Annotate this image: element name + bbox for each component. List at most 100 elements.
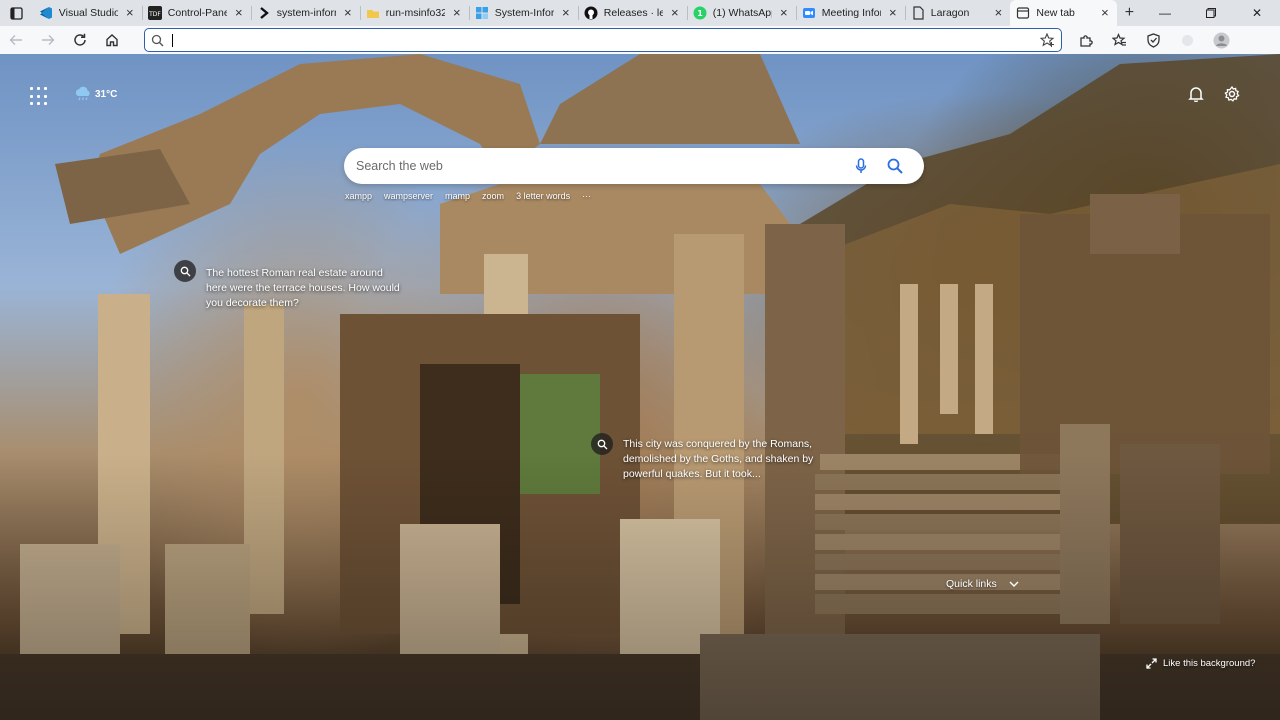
tab-visual-studio[interactable]: Visual Studio C × [33,0,142,26]
trending-search-item[interactable]: mamp [445,191,470,201]
like-background-button[interactable]: Like this background? [1146,658,1255,669]
copilot-icon [1181,34,1193,46]
tab-title: Visual Studio C [58,7,118,19]
tab-meeting-info[interactable]: Meeting Infor × [795,0,905,26]
weather-cloud-rain-icon [75,86,90,101]
tab-close-icon[interactable]: × [451,6,463,19]
windows-grid-icon [475,6,489,20]
profile-button[interactable] [1204,26,1238,54]
svg-text:1: 1 [697,9,703,18]
tab-title: System-Inform [494,7,554,19]
settings-gear-icon[interactable] [1224,86,1240,102]
tab-close-icon[interactable]: × [992,6,1004,19]
vscode-icon [39,6,53,20]
browser-toolbar [0,26,1280,54]
tab-new-tab[interactable]: New tab × [1010,0,1117,26]
forward-button[interactable] [32,26,64,54]
copilot-button[interactable] [1170,26,1204,54]
web-search-box[interactable] [344,148,924,184]
avatar-icon [1213,32,1229,48]
hotspot-caption: The hottest Roman real estate around her… [206,267,400,309]
tab-strip: Visual Studio C × TDF Control-Panel × sy… [0,0,1280,26]
refresh-icon [74,33,86,46]
meeting-icon [802,6,816,20]
web-search-input[interactable] [356,159,844,173]
home-button[interactable] [96,26,128,54]
tab-title: run-msinfo32 [385,7,445,19]
browser-essentials-button[interactable] [1136,26,1170,54]
shield-heart-icon [1146,32,1160,48]
new-tab-plus-icon[interactable]: + [1117,0,1142,26]
text-caret [172,33,173,47]
refresh-button[interactable] [64,26,96,54]
tab-close-icon[interactable]: × [124,6,136,19]
svg-text:TDF: TDF [148,11,161,18]
add-favorite-icon[interactable] [1040,33,1055,47]
tab-whatsapp[interactable]: 1 (1) WhatsApp × [686,0,796,26]
tab-title: system-inform [276,7,336,19]
address-bar[interactable] [144,28,1062,52]
tab-releases[interactable]: Releases · leoc × [577,0,687,26]
newtab-page-icon [1016,6,1030,20]
app-launcher-icon[interactable] [30,87,50,107]
maximize-icon[interactable] [1188,0,1234,26]
forward-arrow-icon [42,35,55,45]
tab-close-icon[interactable]: × [669,6,681,19]
tab-title: Releases · leoc [603,7,663,19]
tab-control-panel[interactable]: TDF Control-Panel × [141,0,251,26]
minimize-icon[interactable]: — [1142,0,1188,26]
tdf-icon: TDF [147,6,162,20]
more-suggestions-icon[interactable]: ··· [582,191,591,201]
page-top-right-actions [1188,86,1240,102]
voice-search-icon[interactable] [844,158,878,174]
tab-title: Control-Panel [167,7,227,19]
tab-close-icon[interactable]: × [887,6,899,19]
tab-actions-icon [10,6,23,20]
whatsapp-icon: 1 [693,6,707,20]
tab-run-msinfo32[interactable]: run-msinfo32 × [359,0,469,26]
address-input[interactable] [181,32,1040,48]
tab-system-inform-2[interactable]: System-Inform × [468,0,578,26]
trending-search-item[interactable]: xampp [345,191,372,201]
tab-close-icon[interactable]: × [1099,6,1111,19]
tab-close-icon[interactable]: × [778,6,790,19]
github-icon [584,6,598,20]
close-window-icon[interactable]: ✕ [1234,0,1280,26]
favorites-button[interactable] [1102,26,1136,54]
extensions-button[interactable] [1068,26,1102,54]
trending-searches: xampp wampserver mamp zoom 3 letter word… [345,191,591,201]
like-background-label: Like this background? [1163,658,1256,669]
search-icon [151,34,164,46]
home-icon [106,34,118,47]
toolbar-right-tools [1068,26,1238,54]
tab-close-icon[interactable]: × [560,6,572,19]
tab-title: New tab [1036,7,1075,19]
tab-system-inform-1[interactable]: system-inform × [250,0,360,26]
trending-search-item[interactable]: zoom [482,191,504,201]
tab-laragon[interactable]: Laragon × [904,0,1011,26]
weather-widget[interactable]: 31°C [74,86,117,102]
quick-links-toggle[interactable]: Quick links [946,578,1019,590]
notifications-bell-icon[interactable] [1188,86,1204,102]
trending-search-item[interactable]: 3 letter words [516,191,570,201]
new-tab-page: 31°C xampp wampserver mamp zoom 3 letter… [0,54,1280,720]
tab-close-icon[interactable]: × [233,6,245,19]
background-hotspot-1[interactable]: The hottest Roman real estate around her… [174,260,406,311]
back-button[interactable] [0,26,32,54]
tab-title: Laragon [930,7,970,19]
favorites-star-icon [1111,32,1126,46]
chevron-down-icon [1009,581,1019,587]
weather-temperature: 31°C [95,88,118,100]
hotspot-caption: This city was conquered by the Romans, d… [623,438,814,480]
hotspot-search-icon[interactable] [174,260,196,282]
terminal-chevron-icon [257,6,271,20]
tab-close-icon[interactable]: × [342,6,354,19]
trending-search-item[interactable]: wampserver [384,191,433,201]
search-submit-icon[interactable] [878,158,912,174]
tab-actions-button[interactable] [0,0,33,26]
tab-title: Meeting Infor [821,7,881,19]
hotspot-search-icon[interactable] [591,433,613,455]
background-hotspot-2[interactable]: This city was conquered by the Romans, d… [591,433,823,482]
tab-title: (1) WhatsApp [712,7,772,19]
puzzle-icon [1079,34,1093,47]
